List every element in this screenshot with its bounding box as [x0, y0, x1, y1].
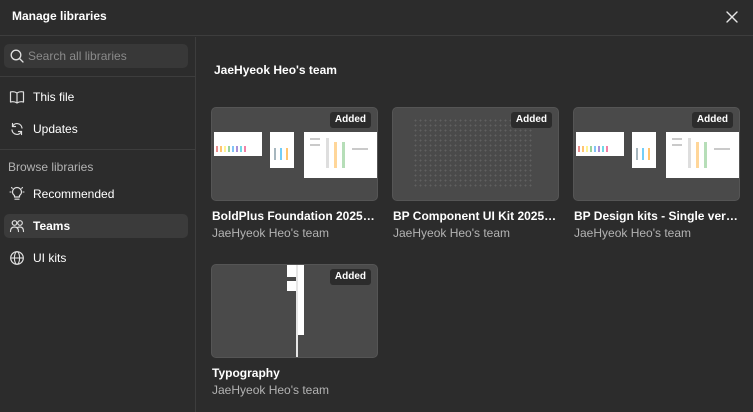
library-thumbnail: Added [211, 107, 378, 201]
library-owner: JaeHyeok Heo's team [393, 226, 511, 240]
dialog-header: Manage libraries [0, 0, 753, 36]
library-owner: JaeHyeok Heo's team [212, 383, 330, 397]
library-title: BoldPlus Foundation 2025 v1 ... [212, 209, 378, 223]
sidebar-item-ui-kits[interactable]: UI kits [4, 246, 188, 270]
sidebar-item-label: Recommended [33, 187, 115, 201]
added-badge: Added [329, 269, 371, 285]
library-owner: JaeHyeok Heo's team [574, 226, 692, 240]
search-icon [10, 49, 24, 63]
library-owner: JaeHyeok Heo's team [212, 226, 330, 240]
library-browser: JaeHyeok Heo's team Added BoldPlus Found… [197, 37, 753, 412]
sidebar-divider [0, 149, 196, 150]
sidebar-item-teams[interactable]: Teams [4, 214, 188, 238]
search-input[interactable] [28, 44, 183, 68]
search-box[interactable] [4, 44, 188, 68]
sidebar-item-label: Teams [33, 219, 71, 233]
library-title: BP Component UI Kit 2025 (... [393, 209, 559, 223]
library-title: BP Design kits - Single versio... [574, 209, 740, 223]
sidebar-item-label: This file [33, 90, 75, 104]
sidebar-item-updates[interactable]: Updates [4, 117, 188, 141]
people-icon [8, 217, 26, 235]
sidebar-item-label: UI kits [33, 251, 67, 265]
globe-icon [8, 249, 26, 267]
library-thumbnail: Added [211, 264, 378, 358]
team-heading: JaeHyeok Heo's team [214, 63, 337, 77]
library-thumbnail: Added [573, 107, 740, 201]
sidebar-divider [0, 76, 196, 77]
library-thumbnail: Added [392, 107, 559, 201]
manage-libraries-dialog: Manage libraries This file [0, 0, 753, 412]
close-icon [726, 11, 738, 23]
browse-libraries-heading: Browse libraries [8, 160, 94, 174]
book-icon [8, 88, 26, 106]
refresh-icon [8, 120, 26, 138]
dialog-title: Manage libraries [12, 9, 107, 23]
added-badge: Added [510, 112, 552, 128]
sidebar-item-recommended[interactable]: Recommended [4, 182, 188, 206]
added-badge: Added [691, 112, 733, 128]
close-button[interactable] [723, 8, 741, 26]
added-badge: Added [329, 112, 371, 128]
sidebar-item-label: Updates [33, 122, 78, 136]
sidebar-item-this-file[interactable]: This file [4, 85, 188, 109]
lightbulb-icon [8, 185, 26, 203]
library-title: Typography [212, 366, 280, 380]
sidebar: This file Updates Browse libraries Recom… [0, 37, 196, 412]
